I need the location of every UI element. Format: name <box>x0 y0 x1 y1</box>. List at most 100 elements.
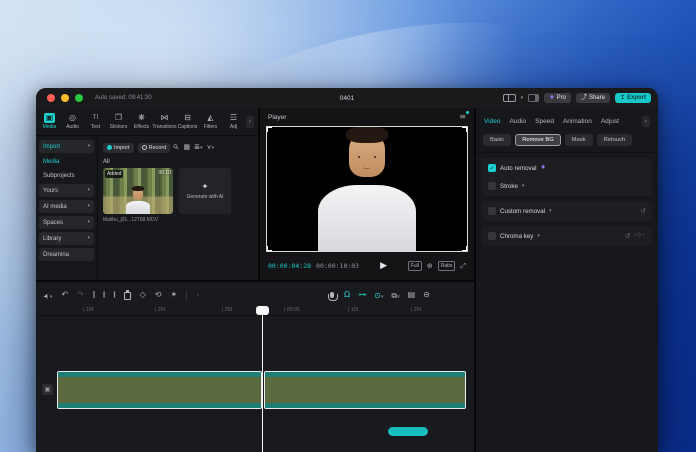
record-button[interactable]: Record <box>138 143 171 153</box>
fullscreen-icon[interactable]: ⤢ <box>460 263 466 270</box>
generate-with-ai-card[interactable]: ✦ Generate with AI <box>179 168 231 214</box>
focus-icon[interactable]: ⊕ <box>427 263 433 270</box>
delete-icon[interactable] <box>124 292 131 300</box>
tab-captions[interactable]: ⊟ Captions <box>176 113 199 130</box>
tab-audio[interactable]: ◎ Audio <box>61 113 84 130</box>
ratio-button[interactable]: Ratio <box>438 261 456 271</box>
filter-icon[interactable]: ⋎▾ <box>206 144 214 151</box>
share-button[interactable]: ⤴ Share <box>576 93 610 103</box>
tabs-overflow-icon[interactable]: › <box>246 116 254 128</box>
player-menu-icon[interactable]: ≡ <box>459 113 466 121</box>
chevron-down-icon[interactable]: ▾ <box>549 209 552 214</box>
nav-label: Subprojects <box>43 173 75 179</box>
auto-removal-checkbox[interactable]: ✓ <box>488 164 496 172</box>
layout-icon[interactable] <box>503 94 516 102</box>
tab-transitions[interactable]: ⋈ Transitions <box>153 113 176 130</box>
tab-label: Stickers <box>110 124 128 130</box>
tab-media[interactable]: ▣ Media <box>38 113 61 130</box>
minimize-button[interactable] <box>61 94 69 102</box>
selection-handle[interactable] <box>266 126 272 132</box>
custom-removal-checkbox[interactable] <box>488 207 496 215</box>
tab-filters[interactable]: ◭ Filters <box>199 113 222 130</box>
timeline-ruler[interactable]: 10f 20f 25f 00:05 10f 20f <box>36 306 474 316</box>
tab-adjust[interactable]: Adjust <box>601 118 619 125</box>
auto-cut-button[interactable]: ⧉▾ <box>391 291 399 300</box>
tab-effects[interactable]: ❋ Effects <box>130 113 153 130</box>
subtab-retouch[interactable]: Retouch <box>597 134 633 146</box>
subtab-remove-bg[interactable]: Remove BG <box>515 134 561 146</box>
tab-audio-props[interactable]: Audio <box>510 118 527 125</box>
selection-handle[interactable] <box>462 126 468 132</box>
close-button[interactable] <box>47 94 55 102</box>
adjustment-icon: ☲ <box>228 113 239 123</box>
subtab-mask[interactable]: Mask <box>565 134 593 146</box>
chevron-down-icon[interactable]: ▾ <box>522 184 525 189</box>
props-overflow-icon[interactable]: › <box>642 116 650 127</box>
keyframe-icons[interactable]: ‹◇› <box>634 233 646 239</box>
removal-group: ✓ Auto removal ♦ Stroke ▾ <box>482 158 652 196</box>
video-clip-segment-2[interactable] <box>264 371 466 409</box>
sort-icon[interactable]: ≣▾ <box>194 144 202 151</box>
undo-icon[interactable]: ↶ <box>61 291 68 299</box>
stroke-checkbox[interactable] <box>488 182 496 190</box>
selection-handle[interactable] <box>462 246 468 252</box>
person-in-video <box>312 133 422 251</box>
zoom-button[interactable] <box>75 94 83 102</box>
loop-icon[interactable]: ⟲ <box>155 291 162 299</box>
track-header-icon[interactable]: ▣ <box>42 384 53 395</box>
tab-speed[interactable]: Speed <box>535 118 554 125</box>
panel-toggle-icon[interactable] <box>528 94 539 102</box>
nav-item-spaces[interactable]: Spaces ▾ <box>39 216 94 229</box>
tab-text[interactable]: TI Text <box>84 113 107 130</box>
reset-icon[interactable]: ↺ <box>641 208 646 215</box>
import-label: Import <box>114 145 130 151</box>
timeline-scrollbar-thumb[interactable] <box>388 427 428 436</box>
nav-item-subprojects[interactable]: Subprojects <box>39 170 94 181</box>
link-icon[interactable]: ⊶ <box>358 291 366 299</box>
mirror-screen-icon[interactable]: ▤ <box>408 291 416 299</box>
select-tool-button[interactable]: ➤▾ <box>44 291 52 300</box>
media-clip-thumbnail[interactable]: Added 00:10 <box>103 168 173 214</box>
grid-view-icon[interactable]: ▦ <box>183 144 190 151</box>
tab-animation[interactable]: Animation <box>563 118 592 125</box>
tab-adjustment[interactable]: ☲ Adj <box>222 113 245 130</box>
preview-axis-button[interactable]: ⊙▾ <box>374 291 383 300</box>
split-icon[interactable]: ][ <box>93 292 94 298</box>
subtab-basic[interactable]: Basic <box>483 134 511 146</box>
tab-label: Audio <box>66 124 79 130</box>
delete-right-icon[interactable]: |] <box>113 292 114 298</box>
tab-video[interactable]: Video <box>484 118 501 125</box>
export-button[interactable]: ↥ Export <box>615 93 651 103</box>
tab-stickers[interactable]: ❐ Stickers <box>107 113 130 130</box>
playhead-line[interactable] <box>262 306 263 452</box>
video-clip-segment-1[interactable] <box>57 371 262 409</box>
collapse-icon[interactable]: ‹ <box>196 291 199 299</box>
nav-item-dreamina[interactable]: Dreamina <box>39 248 94 261</box>
play-button[interactable]: ▶ <box>380 262 387 271</box>
playhead-handle[interactable] <box>256 306 269 315</box>
nav-item-yours[interactable]: Yours ▾ <box>39 184 94 197</box>
mask-icon[interactable]: ◇ <box>140 291 146 299</box>
redo-icon[interactable]: ↷ <box>77 291 84 299</box>
nav-item-ai-media[interactable]: AI media ▾ <box>39 200 94 213</box>
import-button[interactable]: Import <box>103 143 134 153</box>
nav-item-library[interactable]: Library ▾ <box>39 232 94 245</box>
smile <box>363 165 371 169</box>
chroma-key-checkbox[interactable] <box>488 232 496 240</box>
nav-item-media[interactable]: Media <box>39 156 94 167</box>
media-tabs: ▣ Media ◎ Audio TI Text ❐ <box>36 108 258 136</box>
full-quality-button[interactable]: Full <box>408 261 422 271</box>
magic-wand-icon[interactable]: ✶ <box>170 291 177 299</box>
zoom-out-icon[interactable]: ⊖ <box>423 291 430 299</box>
selection-handle[interactable] <box>266 246 272 252</box>
search-icon[interactable]: ⚲ <box>173 143 182 152</box>
chevron-down-icon[interactable]: ▾ <box>537 234 540 239</box>
nav-import-dropdown[interactable]: Import ▾ <box>39 140 94 153</box>
layout-caret-icon[interactable]: ▾ <box>521 96 524 101</box>
pro-button[interactable]: ♦ Pro <box>544 93 571 103</box>
delete-left-icon[interactable]: [| <box>103 292 104 298</box>
video-preview[interactable] <box>266 126 468 252</box>
reset-icon[interactable]: ↺ <box>625 233 630 240</box>
magnet-icon[interactable]: Ω <box>344 291 350 299</box>
microphone-icon[interactable] <box>330 292 334 298</box>
